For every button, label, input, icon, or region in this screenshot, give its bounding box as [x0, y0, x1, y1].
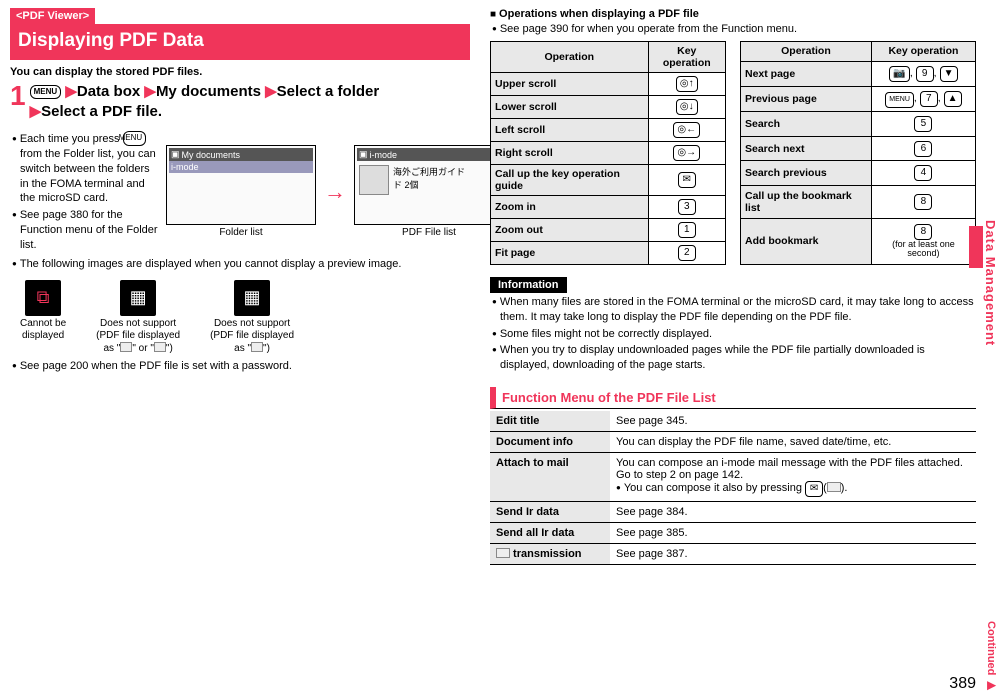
page-number: 389 — [949, 675, 976, 693]
square-icon: ■ — [490, 9, 496, 20]
key-6: 6 — [914, 141, 932, 157]
subheader: ■Operations when displaying a PDF file — [490, 8, 976, 20]
section-label: <PDF Viewer> — [10, 8, 470, 24]
chevron-icon: ▶ — [65, 83, 77, 100]
ic-tx-icon — [496, 548, 510, 558]
operations-table-2: OperationKey operation Next page📷, 9, ▼ … — [740, 41, 976, 265]
pdf-thumb-icon — [359, 165, 389, 195]
key-7: 7 — [920, 91, 938, 107]
key-9: 9 — [916, 66, 934, 82]
bullet: See page 380 for the Function menu of th… — [10, 208, 160, 253]
key-8: 8 — [914, 194, 932, 210]
key-up-icon: ◎↑ — [676, 76, 698, 92]
folder-icon: ▣ — [359, 149, 368, 160]
key-mail-icon: ✉ — [678, 172, 696, 188]
folder-icon: ▣ — [171, 149, 180, 160]
chevron-icon: ▶ — [265, 83, 277, 100]
intro: You can display the stored PDF files. — [10, 66, 470, 78]
bullet: See page 390 for when you operate from t… — [490, 22, 976, 37]
caption: Folder list — [166, 227, 316, 238]
thumb-cannot-display: ⧉ Cannot be displayed — [20, 280, 66, 342]
key-1: 1 — [678, 222, 696, 238]
pdf-list-screenshot: ▣i-mode 海外ご利用ガイド ド 2個 PDF File list — [354, 145, 504, 238]
key-4: 4 — [914, 165, 932, 181]
menu-badge: MENU — [123, 131, 147, 146]
chevron-icon: ▶ — [30, 103, 42, 120]
key-cam-icon: 📷 — [889, 66, 909, 82]
key-mail-icon: ✉ — [805, 481, 823, 497]
side-block-icon — [969, 226, 983, 268]
softkey-icon — [827, 482, 841, 492]
step-path: MENU ▶Data box ▶My documents ▶Select a f… — [10, 82, 470, 121]
key-3: 3 — [678, 199, 696, 215]
placeholder-icon — [251, 342, 263, 352]
function-menu-title: Function Menu of the PDF File List — [490, 387, 976, 409]
continued-label: Continued ▶ — [985, 621, 998, 691]
key-2: 2 — [678, 245, 696, 261]
key-left-icon: ◎← — [673, 122, 700, 138]
info-title: Information — [490, 277, 567, 293]
thumb-not-support-1: ▦ Does not support (PDF file displayed a… — [96, 280, 180, 355]
step-number: 1 — [10, 82, 26, 110]
key-right-icon: ◎→ — [673, 145, 700, 161]
info-box: When many files are stored in the FOMA t… — [490, 295, 976, 373]
key-down-icon: ◎↓ — [676, 99, 698, 115]
bullet: The following images are displayed when … — [10, 257, 470, 272]
function-menu-table: Edit titleSee page 345. Document infoYou… — [490, 411, 976, 565]
key-8: 8 — [914, 224, 932, 240]
chevron-icon: ▶ — [144, 83, 156, 100]
placeholder-icon — [120, 342, 132, 352]
side-tab: Data Management — [969, 220, 998, 346]
folder-list-screenshot: ▣My documents i-mode Folder list — [166, 145, 316, 238]
doc-icon: ▦ — [120, 280, 156, 316]
ng-icon: ⧉ — [25, 280, 61, 316]
doc-icon: ▦ — [234, 280, 270, 316]
key-menu: MENU — [885, 92, 914, 108]
operations-table-1: OperationKey operation Upper scroll◎↑ Lo… — [490, 41, 726, 265]
key-down-tri-icon: ▼ — [940, 66, 958, 82]
thumb-not-support-2: ▦ Does not support (PDF file displayed a… — [210, 280, 294, 355]
bullet: Each time you press MENU from the Folder… — [10, 131, 160, 206]
section-title: Displaying PDF Data — [10, 24, 470, 60]
caption: PDF File list — [354, 227, 504, 238]
bullet: See page 200 when the PDF file is set wi… — [10, 359, 470, 374]
key-5: 5 — [914, 116, 932, 132]
key-up-tri-icon: ▲ — [944, 91, 962, 107]
arrow-icon: → — [324, 179, 346, 205]
menu-badge: MENU — [30, 85, 62, 99]
placeholder-icon — [154, 342, 166, 352]
